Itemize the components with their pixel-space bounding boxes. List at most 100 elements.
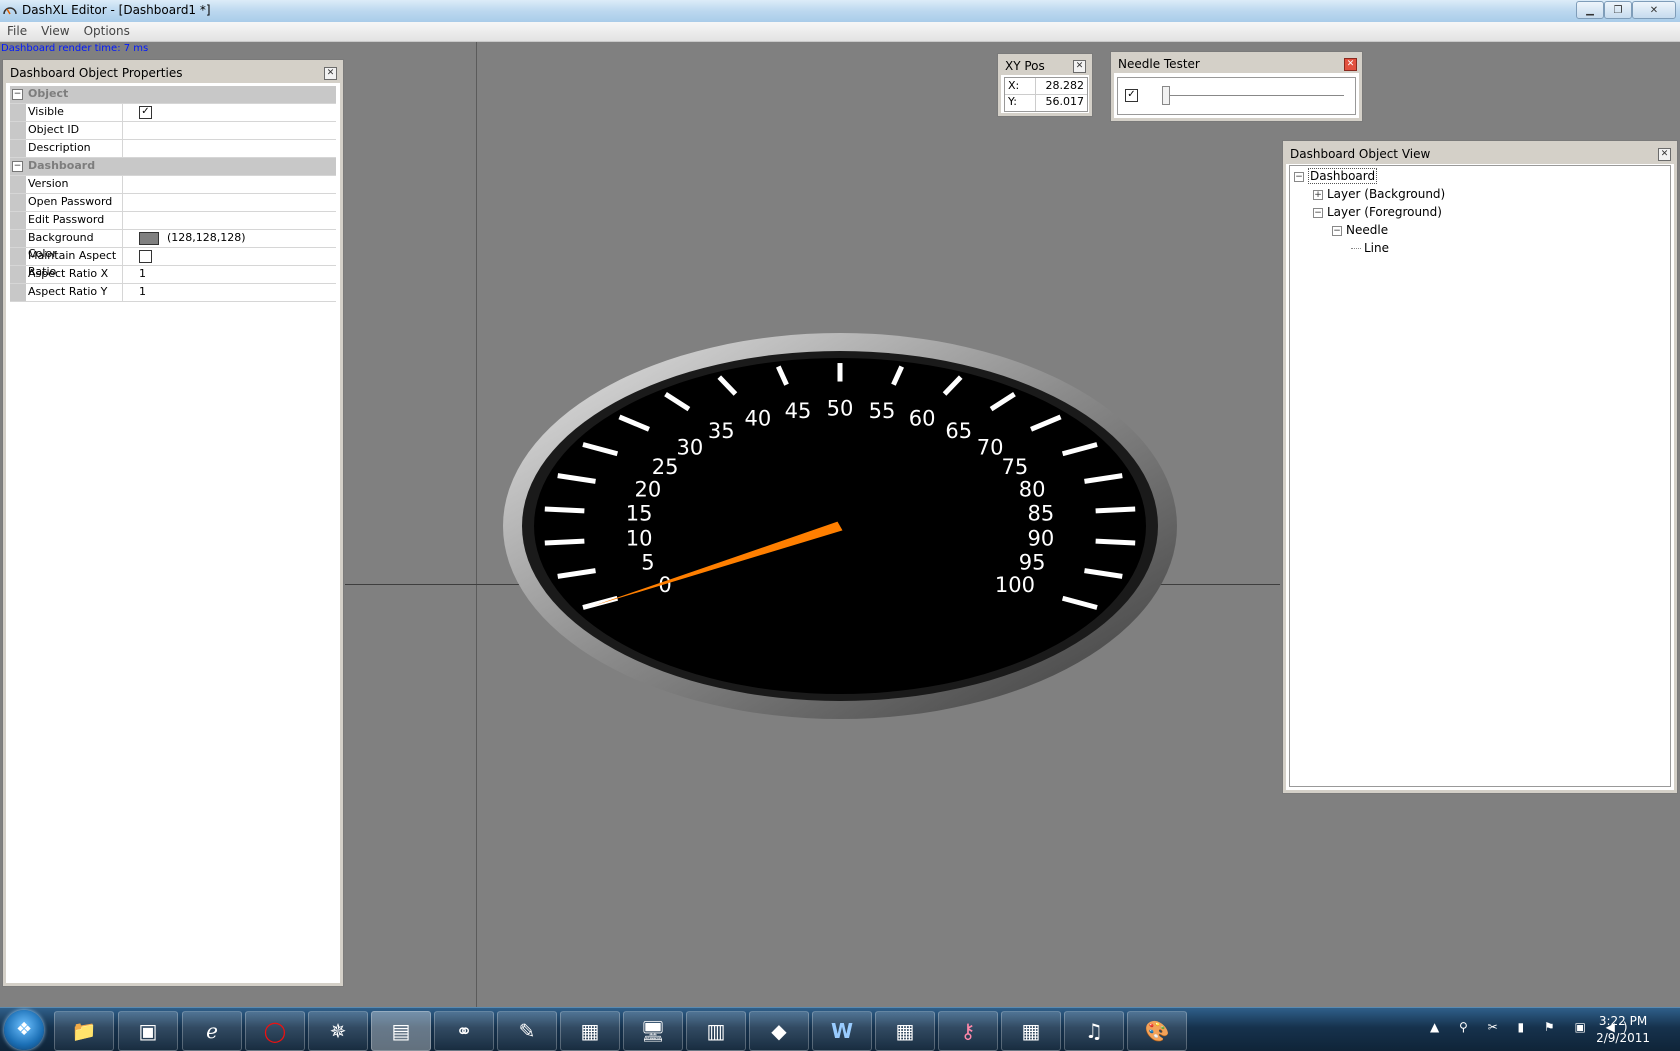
- taskbar-app-paint[interactable]: ✎: [497, 1011, 557, 1051]
- start-button[interactable]: ❖: [4, 1010, 44, 1050]
- property-row-description[interactable]: Description: [10, 140, 336, 158]
- tree-node-dashboard[interactable]: − Dashboard: [1294, 168, 1378, 184]
- xy-pos-title: XY Pos: [1005, 59, 1045, 73]
- close-panel-button[interactable]: ✕: [324, 67, 337, 80]
- close-panel-button[interactable]: ✕: [1073, 60, 1086, 73]
- system-tray: ▲ ⚲ ✂ ▮ ⚑ ▣ ◀) 3:22 PM 2/9/2011: [1430, 1008, 1680, 1051]
- taskbar-app-network[interactable]: ⚭: [434, 1011, 494, 1051]
- category-object[interactable]: − Object: [10, 86, 336, 104]
- menu-options[interactable]: Options: [77, 22, 137, 38]
- xy-readout: X: 28.282 Y: 56.017: [1004, 77, 1088, 112]
- restore-button[interactable]: ❐: [1604, 1, 1632, 19]
- property-value[interactable]: [134, 122, 336, 139]
- gauge-tick-label: 20: [635, 478, 662, 502]
- category-dashboard[interactable]: − Dashboard: [10, 158, 336, 176]
- taskbar-app-dashxl-3[interactable]: ▦: [1001, 1011, 1061, 1051]
- taskbar-app-opera[interactable]: ◯: [245, 1011, 305, 1051]
- vertical-guide-line: [476, 42, 477, 1007]
- gauge-tick: [544, 506, 585, 514]
- clock[interactable]: 3:22 PM 2/9/2011: [1596, 1013, 1650, 1047]
- needle-tester-body: ✓: [1117, 77, 1356, 115]
- property-row-aspect-ratio-x[interactable]: Aspect Ratio X 1: [10, 266, 336, 284]
- folder-icon: 📁: [71, 1019, 97, 1043]
- ie-icon: ℯ: [206, 1019, 218, 1043]
- taskbar-app-sc2[interactable]: ✵: [308, 1011, 368, 1051]
- sc2-icon: ✵: [329, 1019, 347, 1043]
- menu-view[interactable]: View: [34, 22, 76, 38]
- close-icon: ✕: [326, 68, 335, 78]
- gauge-tick-label: 40: [744, 407, 771, 431]
- app-icon: ◆: [771, 1019, 787, 1043]
- close-icon: ✕: [1660, 149, 1669, 159]
- taskbar-app-dashxl-2[interactable]: ▦: [875, 1011, 935, 1051]
- property-row-open-password[interactable]: Open Password: [10, 194, 336, 212]
- tree-connector: [1351, 248, 1361, 249]
- taskbar-app-remote[interactable]: 🖥: [623, 1011, 683, 1051]
- taskbar-app-virtualbox[interactable]: ▣: [118, 1011, 178, 1051]
- property-row-maintain-aspect-ratio[interactable]: Maintain Aspect Ratio: [10, 248, 336, 278]
- tree-node-layer-foreground[interactable]: − Layer (Foreground): [1313, 205, 1442, 219]
- property-value[interactable]: 1: [134, 284, 336, 301]
- needle-slider-thumb[interactable]: [1162, 86, 1170, 105]
- gauge-tick-label: 30: [677, 435, 704, 459]
- tree-node-label: Needle: [1346, 223, 1389, 237]
- collapse-icon[interactable]: −: [1313, 207, 1323, 218]
- property-value[interactable]: [134, 194, 336, 211]
- collapse-icon[interactable]: −: [1294, 171, 1304, 182]
- taskbar-app-folder[interactable]: 📁: [54, 1011, 114, 1051]
- tree-node-label: Layer (Foreground): [1327, 205, 1442, 219]
- property-name: Object ID: [10, 122, 123, 139]
- close-panel-button[interactable]: ✕: [1344, 58, 1357, 71]
- taskbar-app-itunes[interactable]: ♫: [1064, 1011, 1124, 1051]
- tree-node-line[interactable]: Line: [1351, 241, 1389, 255]
- color-swatch[interactable]: [139, 231, 159, 245]
- tree-node-needle[interactable]: − Needle: [1332, 223, 1388, 237]
- object-view-title: Dashboard Object View: [1290, 147, 1431, 161]
- aspect-ratio-checkbox[interactable]: [139, 249, 152, 263]
- tree-node-label: Layer (Background): [1327, 187, 1446, 201]
- property-value[interactable]: [134, 212, 336, 229]
- tree-node-label: Dashboard: [1308, 168, 1378, 184]
- tree-node-layer-background[interactable]: + Layer (Background): [1313, 187, 1445, 201]
- minimize-button[interactable]: ▁: [1576, 1, 1604, 19]
- gauge-tick-label: 35: [708, 419, 735, 443]
- taskbar-app-generic[interactable]: ◆: [749, 1011, 809, 1051]
- property-row-edit-password[interactable]: Edit Password: [10, 212, 336, 230]
- property-name: Background Color: [10, 230, 123, 260]
- taskbar-app-task[interactable]: ▥: [686, 1011, 746, 1051]
- speedometer-gauge[interactable]: 0510152025303540 45 50 55 606570758085909510…: [495, 321, 1179, 721]
- properties-panel-header: Dashboard Object Properties ✕: [6, 63, 340, 83]
- needle-enable-checkbox[interactable]: ✓: [1125, 89, 1138, 102]
- taskbar-app-access[interactable]: ⚷: [938, 1011, 998, 1051]
- property-row-aspect-ratio-y[interactable]: Aspect Ratio Y 1: [10, 284, 336, 302]
- taskbar-app-dashxl[interactable]: ▦: [560, 1011, 620, 1051]
- property-name: Open Password: [10, 194, 123, 211]
- taskbar-app-ie[interactable]: ℯ: [182, 1011, 242, 1051]
- paint-icon: 🎨: [1144, 1019, 1170, 1043]
- property-row-object-id[interactable]: Object ID: [10, 122, 336, 140]
- itunes-icon: ♫: [1085, 1019, 1103, 1043]
- property-row-visible[interactable]: Visible ✓: [10, 104, 336, 122]
- windows-logo-icon: ❖: [16, 1019, 33, 1040]
- menu-file[interactable]: File: [0, 22, 34, 38]
- property-value[interactable]: (128,128,128): [167, 231, 246, 244]
- taskbar-app-word[interactable]: W: [812, 1011, 872, 1051]
- taskbar: ❖ 📁 ▣ ℯ ◯ ✵ ▤ ⚭ ✎ ▦ 🖥 ▥ ◆ W ▦ ⚷ ▦ ♫ 🎨 ▲ …: [0, 1007, 1680, 1051]
- property-value[interactable]: 1: [134, 266, 336, 283]
- expand-icon[interactable]: +: [1313, 189, 1323, 200]
- xy-col-divider: [1035, 78, 1036, 111]
- close-panel-button[interactable]: ✕: [1658, 148, 1671, 161]
- taskbar-app-notepad[interactable]: ▤: [371, 1011, 431, 1051]
- taskbar-app-paint-2[interactable]: 🎨: [1127, 1011, 1187, 1051]
- property-value[interactable]: [134, 176, 336, 193]
- gauge-tick-label: 75: [1002, 455, 1029, 479]
- gauge-tick-label: 60: [909, 407, 936, 431]
- property-grid: − Object Visible ✓ Object ID Description…: [10, 86, 336, 302]
- close-button[interactable]: ✕: [1632, 1, 1676, 19]
- gauge-tick-label: 15: [626, 502, 653, 526]
- property-value[interactable]: [134, 140, 336, 157]
- visible-checkbox[interactable]: ✓: [139, 105, 152, 119]
- collapse-icon[interactable]: −: [1332, 225, 1342, 236]
- property-row-background-color[interactable]: Background Color (128,128,128): [10, 230, 336, 260]
- property-row-version[interactable]: Version: [10, 176, 336, 194]
